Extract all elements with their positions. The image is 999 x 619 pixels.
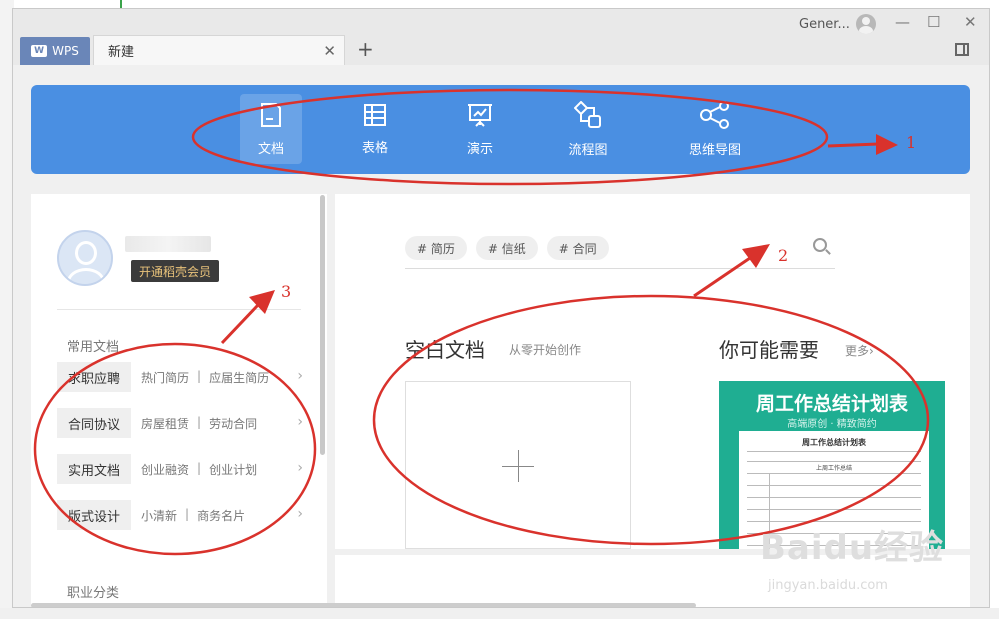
category-row[interactable]: 合同协议 房屋租赁 | 劳动合同 › xyxy=(57,408,303,438)
tag-contract[interactable]: # 合同 xyxy=(546,236,609,260)
link-separator: | xyxy=(197,414,202,429)
tag-resume[interactable]: # 简历 xyxy=(405,236,467,260)
annotation-label-2: 2 xyxy=(778,246,789,265)
tool-presentation[interactable]: 演示 xyxy=(454,94,506,164)
category-link[interactable]: 房屋租赁 xyxy=(141,415,189,432)
category-row[interactable]: 求职应聘 热门简历 | 应届生简历 › xyxy=(57,362,303,392)
watermark-url: jingyan.baidu.com xyxy=(768,578,888,593)
category-link[interactable]: 应届生简历 xyxy=(209,369,269,386)
blank-doc-subtitle: 从零开始创作 xyxy=(509,343,582,357)
chevron-right-icon[interactable]: › xyxy=(297,368,303,384)
tab-wps-label: WPS xyxy=(52,44,79,58)
profile-avatar[interactable] xyxy=(57,230,113,286)
tab-wps[interactable]: W WPS xyxy=(20,37,90,65)
category-row[interactable]: 版式设计 小清新 | 商务名片 › xyxy=(57,500,303,530)
title-bar: W WPS 新建 ✕ + Gener... — ☐ ✕ xyxy=(13,9,989,65)
vip-button[interactable]: 开通稻壳会员 xyxy=(131,260,220,282)
tool-table-label: 表格 xyxy=(361,140,388,156)
chevron-right-icon[interactable]: › xyxy=(297,414,303,430)
annotation-label-3: 3 xyxy=(281,282,292,301)
user-name-blurred xyxy=(125,236,211,252)
user-avatar-icon xyxy=(855,14,876,34)
category-link[interactable]: 创业融资 xyxy=(141,461,189,478)
tab-new[interactable]: 新建 ✕ xyxy=(93,35,345,65)
link-separator: | xyxy=(197,460,202,475)
document-icon xyxy=(261,102,281,127)
tab-close-icon[interactable]: ✕ xyxy=(323,42,336,60)
add-tab-icon[interactable]: + xyxy=(357,37,374,61)
user-name: Gener... xyxy=(799,16,850,32)
category-label[interactable]: 版式设计 xyxy=(57,500,131,530)
template-section: 上周工作总结 xyxy=(815,465,852,472)
watermark: Baidu经验 xyxy=(760,528,945,568)
search-input[interactable] xyxy=(405,268,835,269)
category-link[interactable]: 劳动合同 xyxy=(209,415,257,432)
tool-mindmap[interactable]: 思维导图 xyxy=(679,94,751,164)
blank-doc-title: 空白文档 xyxy=(405,338,485,362)
presentation-icon xyxy=(468,103,492,127)
desktop-bottom xyxy=(0,608,999,619)
sidepanel-toggle-icon[interactable] xyxy=(955,43,969,56)
tool-document-label: 文档 xyxy=(257,141,284,157)
wps-window: W WPS 新建 ✕ + Gener... — ☐ ✕ 文档 表格 演示 流程图… xyxy=(12,8,990,608)
category-label[interactable]: 求职应聘 xyxy=(57,362,131,392)
category-link[interactable]: 创业计划 xyxy=(209,461,257,478)
tool-table[interactable]: 表格 xyxy=(349,94,401,164)
template-sheet-title: 周工作总结计划表 xyxy=(802,438,866,447)
category-label[interactable]: 合同协议 xyxy=(57,408,131,438)
wps-logo-icon: W xyxy=(31,45,48,57)
category-row[interactable]: 实用文档 创业融资 | 创业计划 › xyxy=(57,454,303,484)
search-icon[interactable] xyxy=(813,238,827,252)
chevron-right-icon[interactable]: › xyxy=(297,506,303,522)
career-title: 职业分类 xyxy=(67,586,120,601)
tool-flowchart[interactable]: 流程图 xyxy=(557,94,619,164)
recommend-title: 你可能需要 xyxy=(719,338,819,362)
link-separator: | xyxy=(197,368,202,383)
tool-flowchart-label: 流程图 xyxy=(568,142,608,158)
template-subtitle: 高端原创 · 精致简约 xyxy=(787,419,877,430)
left-panel: 开通稻壳会员 常用文档 求职应聘 热门简历 | 应届生简历 › 合同协议 房屋租… xyxy=(31,194,327,607)
category-link[interactable]: 小清新 xyxy=(141,507,177,524)
template-title: 周工作总结计划表 xyxy=(755,393,908,415)
table-icon xyxy=(364,103,386,126)
tool-document[interactable]: 文档 xyxy=(240,94,302,164)
category-link[interactable]: 热门简历 xyxy=(141,369,189,386)
divider xyxy=(57,309,301,310)
more-link[interactable]: 更多› xyxy=(845,342,874,359)
maximize-icon[interactable]: ☐ xyxy=(927,13,940,31)
tag-letter[interactable]: # 信纸 xyxy=(475,236,538,260)
left-scrollbar[interactable] xyxy=(320,195,325,455)
new-doc-toolbar: 文档 表格 演示 流程图 思维导图 xyxy=(31,85,970,174)
minimize-icon[interactable]: — xyxy=(895,13,910,31)
annotation-label-1: 1 xyxy=(906,133,917,152)
flowchart-icon xyxy=(574,100,601,128)
new-blank-doc-button[interactable] xyxy=(405,381,631,549)
tab-new-label: 新建 xyxy=(108,45,135,60)
link-separator: | xyxy=(185,506,190,521)
common-docs-title: 常用文档 xyxy=(67,340,120,355)
main-panel: # 简历 # 信纸 # 合同 空白文档 从零开始创作 你可能需要 更多› 周工作… xyxy=(335,194,970,549)
close-window-icon[interactable]: ✕ xyxy=(964,13,977,31)
search-tags: # 简历 # 信纸 # 合同 xyxy=(405,236,609,260)
chevron-right-icon[interactable]: › xyxy=(297,460,303,476)
category-link[interactable]: 商务名片 xyxy=(197,507,245,524)
tool-mindmap-label: 思维导图 xyxy=(688,142,741,158)
mindmap-icon xyxy=(700,100,729,129)
tool-presentation-label: 演示 xyxy=(466,141,493,157)
user-account[interactable]: Gener... xyxy=(799,14,876,34)
category-label[interactable]: 实用文档 xyxy=(57,454,131,484)
horizontal-scrollbar[interactable] xyxy=(31,603,696,607)
